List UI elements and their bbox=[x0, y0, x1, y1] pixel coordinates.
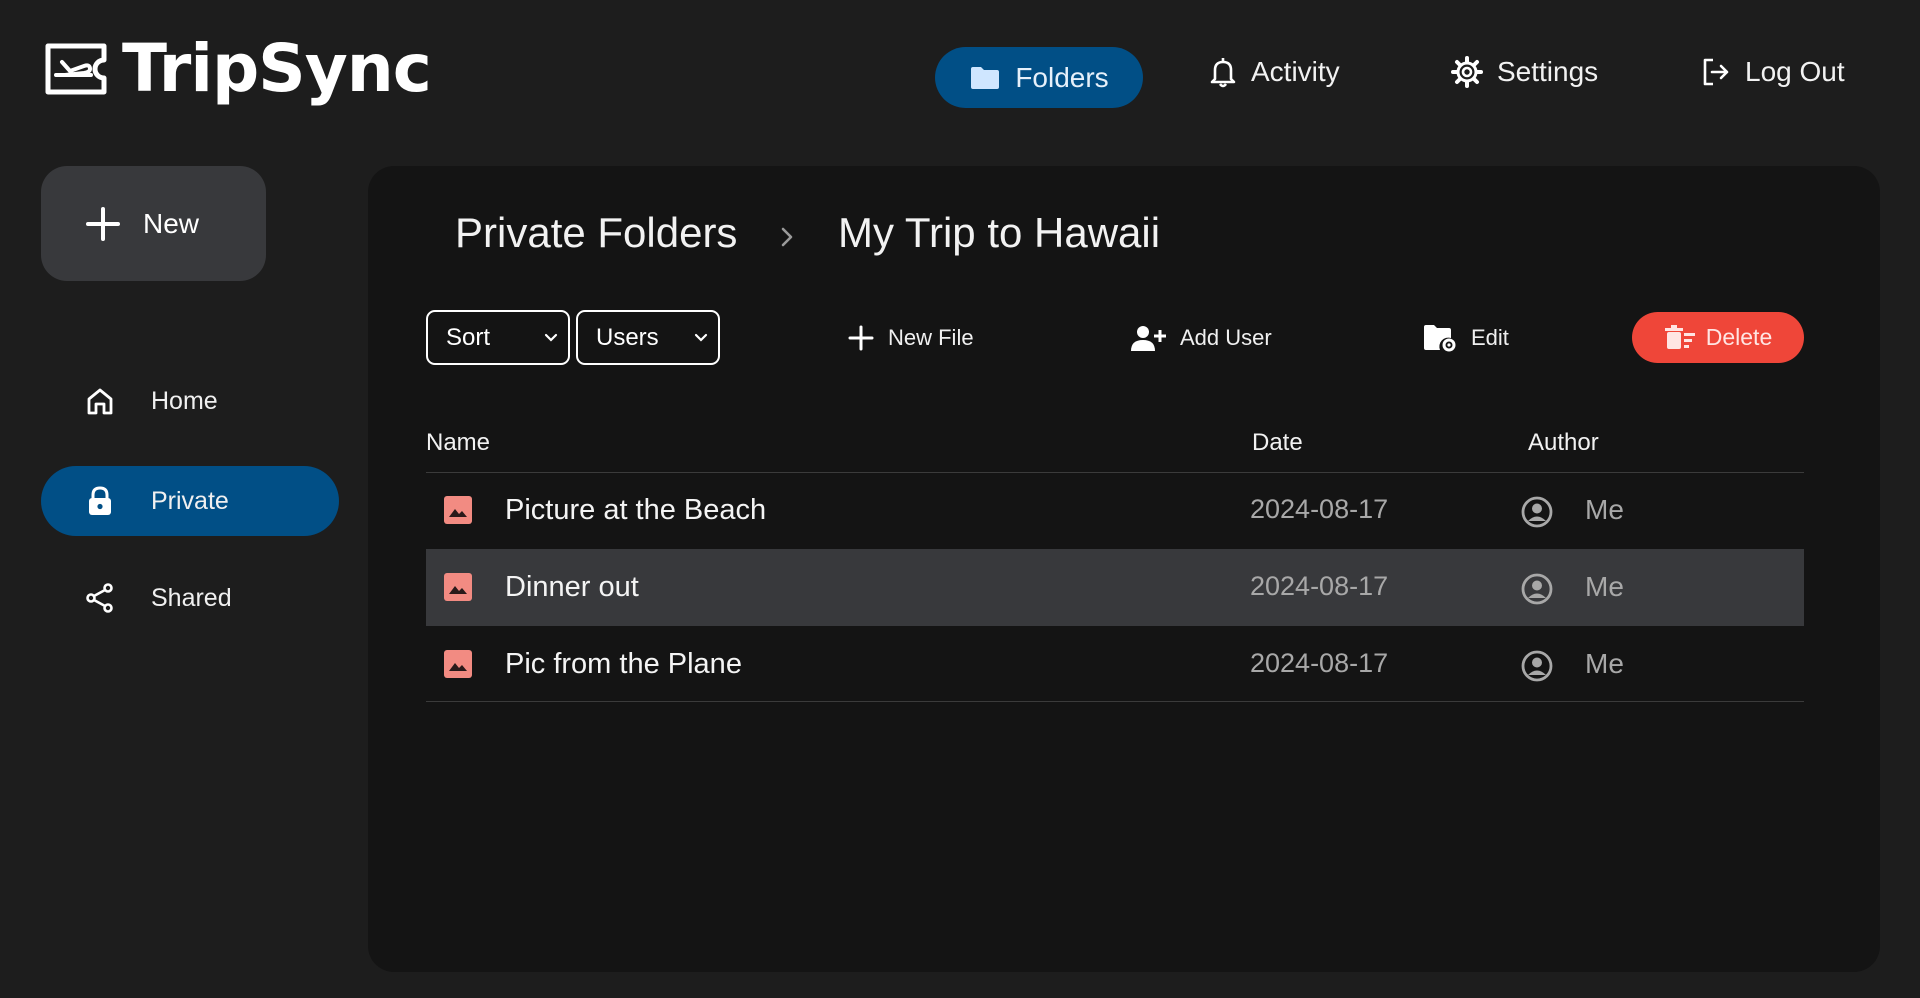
column-header-date[interactable]: Date bbox=[1252, 429, 1303, 457]
plus-icon bbox=[848, 325, 874, 351]
logout-icon bbox=[1701, 57, 1731, 87]
lock-icon bbox=[85, 485, 115, 517]
file-name: Dinner out bbox=[505, 571, 639, 603]
nav-logout-label: Log Out bbox=[1745, 56, 1845, 87]
new-button-label: New bbox=[143, 207, 200, 239]
image-icon bbox=[444, 573, 472, 601]
image-icon bbox=[444, 650, 472, 678]
nav-settings-label: Settings bbox=[1497, 56, 1599, 87]
brand[interactable]: TripSync bbox=[44, 30, 432, 107]
chevron-down-icon bbox=[544, 333, 558, 343]
breadcrumb-current: My Trip to Hawaii bbox=[838, 209, 1161, 256]
sort-select-value: Sort bbox=[446, 323, 491, 351]
bell-icon bbox=[1209, 56, 1237, 88]
nav-folders[interactable]: Folders bbox=[935, 47, 1143, 108]
sidebar-item-label: Home bbox=[151, 386, 218, 415]
sidebar-item-shared[interactable]: Shared bbox=[41, 563, 339, 633]
nav-settings[interactable]: Settings bbox=[1451, 56, 1598, 88]
nav-logout[interactable]: Log Out bbox=[1701, 56, 1845, 88]
new-file-label: New File bbox=[888, 325, 974, 350]
file-date: 2024-08-17 bbox=[1250, 571, 1389, 601]
sidebar-item-private[interactable]: Private bbox=[41, 466, 339, 536]
account-circle-icon bbox=[1521, 650, 1553, 682]
gear-icon bbox=[1451, 56, 1483, 88]
account-circle-icon bbox=[1521, 573, 1553, 605]
new-file-button[interactable]: New File bbox=[848, 318, 974, 358]
sidebar-item-label: Shared bbox=[151, 583, 232, 612]
nav-folders-label: Folders bbox=[1015, 61, 1109, 93]
breadcrumb-parent[interactable]: Private Folders bbox=[455, 212, 737, 254]
sidebar-item-home[interactable]: Home bbox=[41, 366, 339, 436]
breadcrumb-separator bbox=[780, 226, 794, 248]
plus-icon bbox=[85, 206, 121, 242]
ticket-plane-icon bbox=[44, 42, 108, 96]
table-row[interactable]: Pic from the Plane 2024-08-17 Me bbox=[426, 626, 1804, 703]
column-header-name[interactable]: Name bbox=[426, 429, 490, 457]
file-name: Picture at the Beach bbox=[505, 494, 767, 526]
folder-settings-icon bbox=[1423, 323, 1457, 353]
home-icon bbox=[85, 386, 115, 416]
add-user-label: Add User bbox=[1180, 325, 1272, 350]
delete-button[interactable]: Delete bbox=[1632, 312, 1804, 363]
table-bottom-divider bbox=[426, 701, 1804, 702]
delete-sweep-icon bbox=[1664, 324, 1696, 351]
file-name: Pic from the Plane bbox=[505, 648, 742, 680]
chevron-down-icon bbox=[694, 333, 708, 343]
nav-activity-label: Activity bbox=[1251, 56, 1340, 87]
file-date: 2024-08-17 bbox=[1250, 494, 1389, 524]
table-row[interactable]: Picture at the Beach 2024-08-17 Me bbox=[426, 472, 1804, 549]
users-select-value: Users bbox=[596, 323, 659, 351]
sort-select[interactable]: Sort bbox=[426, 310, 570, 365]
folder-icon bbox=[969, 65, 1001, 91]
nav-activity[interactable]: Activity bbox=[1209, 56, 1340, 88]
account-circle-icon bbox=[1521, 496, 1553, 528]
add-user-button[interactable]: Add User bbox=[1130, 318, 1272, 358]
share-icon bbox=[85, 582, 115, 614]
new-button[interactable]: New bbox=[41, 166, 266, 281]
app-title: TripSync bbox=[122, 30, 432, 107]
sidebar-item-label: Private bbox=[151, 486, 229, 515]
file-author: Me bbox=[1585, 571, 1624, 602]
table-row[interactable]: Dinner out 2024-08-17 Me bbox=[426, 549, 1804, 626]
edit-button[interactable]: Edit bbox=[1423, 318, 1509, 358]
column-header-author[interactable]: Author bbox=[1528, 429, 1599, 457]
users-select[interactable]: Users bbox=[576, 310, 720, 365]
delete-label: Delete bbox=[1705, 324, 1773, 350]
file-author: Me bbox=[1585, 648, 1624, 679]
edit-label: Edit bbox=[1471, 325, 1509, 350]
image-icon bbox=[444, 496, 472, 524]
file-date: 2024-08-17 bbox=[1250, 648, 1389, 678]
add-user-icon bbox=[1130, 324, 1166, 352]
file-author: Me bbox=[1585, 494, 1624, 525]
